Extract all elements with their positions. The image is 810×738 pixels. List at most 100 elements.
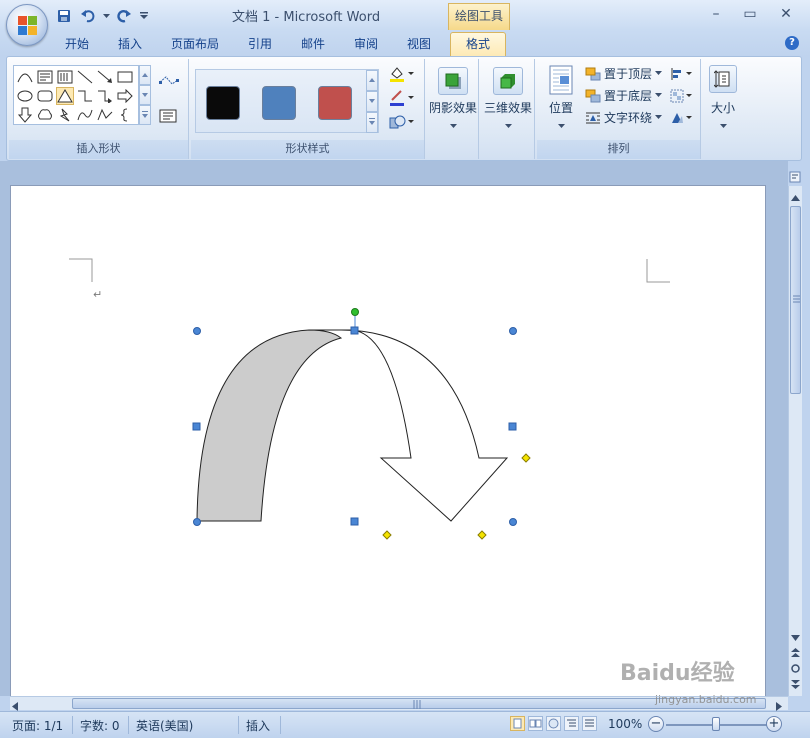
- tab-review[interactable]: 审阅: [354, 35, 378, 52]
- resize-handle-top-right[interactable]: [509, 327, 517, 335]
- redo-icon[interactable]: [114, 7, 134, 25]
- style-swatch-red[interactable]: [318, 86, 352, 120]
- zoom-level[interactable]: 100%: [608, 717, 642, 731]
- brace-shape-icon[interactable]: [116, 106, 134, 124]
- position-button[interactable]: 位置: [541, 63, 581, 132]
- resize-handle-bottom[interactable]: [350, 517, 359, 526]
- change-shape-icon[interactable]: [387, 113, 415, 131]
- edit-shape-icon[interactable]: [157, 73, 181, 91]
- elbow-arrow-connector-icon[interactable]: [96, 87, 114, 105]
- status-insert-mode[interactable]: 插入: [246, 717, 270, 734]
- rectangle-shape-icon[interactable]: [116, 68, 134, 86]
- text-wrapping-button[interactable]: 文字环绕: [585, 109, 663, 126]
- curved-down-arrow-shape[interactable]: [196, 329, 509, 522]
- arrow-front-face: [309, 329, 509, 522]
- tab-home[interactable]: 开始: [65, 35, 89, 52]
- freeform-shape-icon[interactable]: [96, 106, 114, 124]
- rotate-icon[interactable]: [669, 109, 695, 127]
- resize-handle-right[interactable]: [508, 422, 517, 431]
- resize-handle-top[interactable]: [350, 326, 359, 335]
- chevron-down-icon[interactable]: [102, 7, 110, 25]
- 3d-effects-button[interactable]: 三维效果: [481, 63, 535, 132]
- tab-view[interactable]: 视图: [407, 35, 431, 52]
- status-page[interactable]: 页面: 1/1: [12, 717, 63, 734]
- cloud-callout-icon[interactable]: [36, 106, 54, 124]
- zoom-slider-knob[interactable]: [712, 717, 720, 731]
- zoom-in-button[interactable]: +: [766, 716, 782, 732]
- rotation-handle[interactable]: [351, 308, 359, 316]
- adjust-handle-3[interactable]: [477, 530, 487, 540]
- size-button[interactable]: 大小: [703, 63, 743, 132]
- add-text-icon[interactable]: [157, 107, 179, 125]
- help-icon[interactable]: ?: [785, 36, 799, 50]
- tab-format[interactable]: 格式: [450, 32, 506, 57]
- down-arrow-shape-icon[interactable]: [16, 106, 34, 124]
- arc-shape-icon[interactable]: [16, 68, 34, 86]
- resize-handle-bottom-left[interactable]: [193, 518, 201, 526]
- tab-references[interactable]: 引用: [248, 35, 272, 52]
- style-swatch-blue[interactable]: [262, 86, 296, 120]
- bring-to-front-label: 置于顶层: [604, 67, 653, 81]
- arrow-line-icon[interactable]: [96, 68, 114, 86]
- tab-mailings[interactable]: 邮件: [301, 35, 325, 52]
- previous-page-icon[interactable]: [791, 646, 800, 660]
- undo-icon[interactable]: [78, 7, 98, 25]
- elbow-connector-icon[interactable]: [76, 87, 94, 105]
- resize-handle-bottom-right[interactable]: [509, 518, 517, 526]
- textbox-shape-icon[interactable]: [36, 68, 54, 86]
- print-layout-view-icon[interactable]: [510, 716, 525, 731]
- bring-to-front-button[interactable]: 置于顶层: [585, 65, 663, 82]
- adjust-handle-2[interactable]: [382, 530, 392, 540]
- group-objects-icon[interactable]: [669, 87, 695, 105]
- fill-color-icon[interactable]: [387, 65, 415, 83]
- minimize-button[interactable]: –: [706, 6, 726, 22]
- tab-page-layout[interactable]: 页面布局: [171, 35, 219, 52]
- send-to-back-button[interactable]: 置于底层: [585, 87, 663, 104]
- shapes-more[interactable]: [139, 105, 151, 125]
- zoom-out-button[interactable]: −: [648, 716, 664, 732]
- next-page-icon[interactable]: [791, 678, 800, 692]
- full-screen-reading-view-icon[interactable]: [528, 716, 543, 731]
- scroll-down-arrow-icon[interactable]: [791, 630, 800, 644]
- align-icon[interactable]: [669, 65, 695, 83]
- line-color-icon[interactable]: [387, 89, 415, 107]
- document-page[interactable]: ↵: [10, 185, 766, 697]
- tab-insert[interactable]: 插入: [118, 35, 142, 52]
- draft-view-icon[interactable]: [582, 716, 597, 731]
- close-button[interactable]: ✕: [776, 6, 796, 22]
- status-language[interactable]: 英语(美国): [136, 717, 193, 734]
- line-shape-icon[interactable]: [76, 68, 94, 86]
- style-swatch-black[interactable]: [206, 86, 240, 120]
- restore-button[interactable]: ▭: [740, 6, 760, 22]
- shadow-effects-button[interactable]: 阴影效果: [427, 63, 479, 132]
- vertical-scroll-thumb[interactable]: [790, 206, 801, 394]
- scroll-up-arrow-icon[interactable]: [791, 190, 800, 204]
- vertical-scrollbar[interactable]: [788, 186, 802, 696]
- triangle-shape-icon[interactable]: [56, 87, 74, 105]
- status-word-count[interactable]: 字数: 0: [80, 717, 120, 734]
- shapes-scroll-down[interactable]: [139, 85, 151, 105]
- curve-shape-icon[interactable]: [76, 106, 94, 124]
- bring-to-front-icon: [585, 67, 601, 80]
- styles-scroll-down[interactable]: [366, 91, 378, 112]
- web-layout-view-icon[interactable]: [546, 716, 561, 731]
- customize-toolbar-icon[interactable]: [138, 7, 150, 25]
- styles-more[interactable]: [366, 112, 378, 133]
- styles-scroll-up[interactable]: [366, 70, 378, 91]
- vertical-textbox-icon[interactable]: [56, 68, 74, 86]
- outline-view-icon[interactable]: [564, 716, 579, 731]
- browse-object-icon[interactable]: [791, 662, 800, 676]
- margin-mark-top-right: [646, 259, 670, 283]
- rounded-rectangle-icon[interactable]: [36, 87, 54, 105]
- right-arrow-shape-icon[interactable]: [116, 87, 134, 105]
- save-icon[interactable]: [54, 7, 74, 25]
- adjust-handle-1[interactable]: [521, 453, 531, 463]
- paragraph-mark: ↵: [93, 288, 102, 301]
- ruler-toggle-icon[interactable]: [789, 171, 801, 183]
- lightning-shape-icon[interactable]: [56, 106, 74, 124]
- oval-shape-icon[interactable]: [16, 87, 34, 105]
- resize-handle-left[interactable]: [192, 422, 201, 431]
- shapes-scroll-up[interactable]: [139, 65, 151, 85]
- resize-handle-top-left[interactable]: [193, 327, 201, 335]
- office-button[interactable]: [6, 4, 48, 46]
